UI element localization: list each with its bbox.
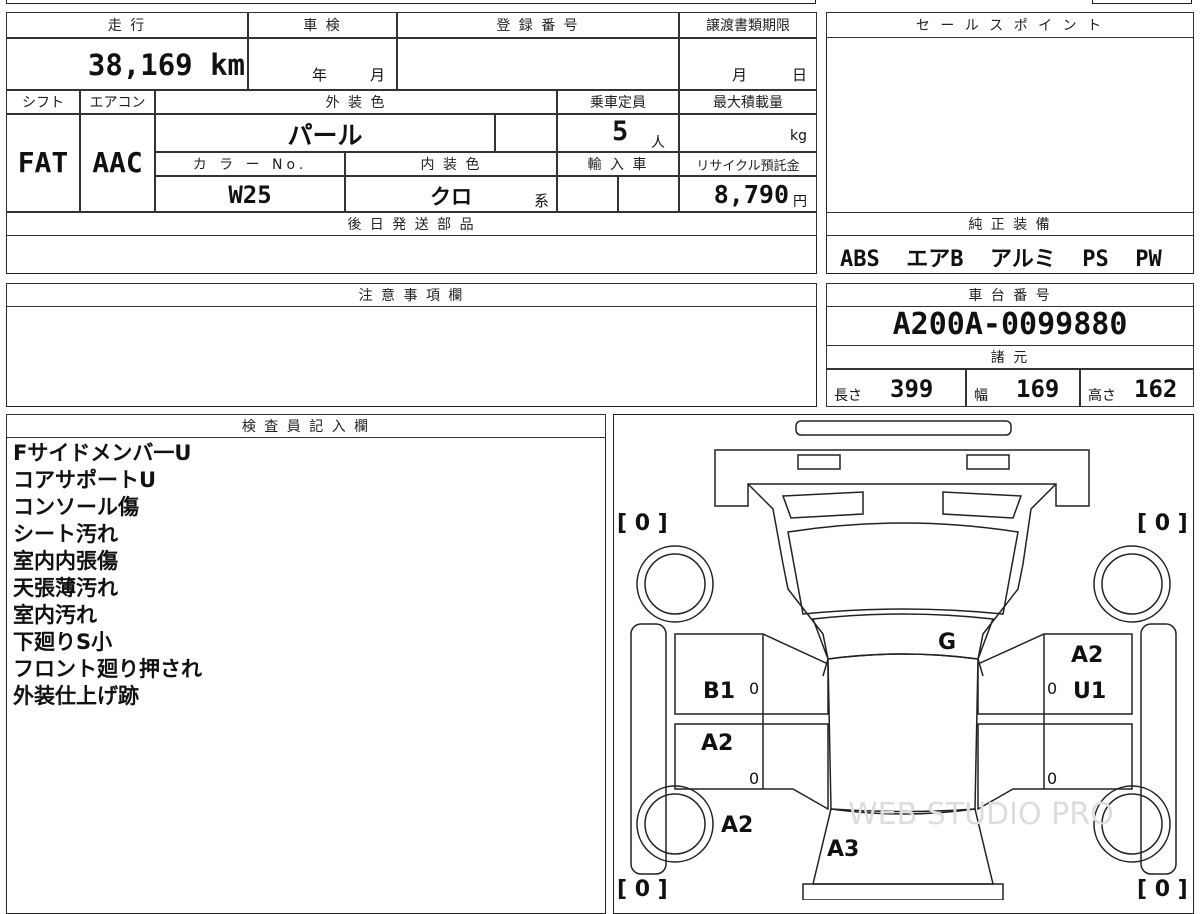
inspector-note: コアサポートU <box>13 468 157 492</box>
inspector-note: 室内内張傷 <box>13 549 118 573</box>
width-value: 169 <box>1016 375 1060 403</box>
damage-mark-a3: A3 <box>827 837 859 862</box>
capacity-header: 乗車定員 <box>557 90 679 114</box>
recycle-deposit-header: リサイクル預託金 <box>679 152 817 176</box>
transfer-deadline-header: 譲渡書類期限 <box>679 12 817 38</box>
chassis-number: A200A-0099880 <box>892 307 1128 342</box>
interior-color-header: 内 装 色 <box>345 152 557 176</box>
top-strip-right <box>1092 0 1192 4</box>
tire-rear-left: [ 0 ] <box>617 877 668 900</box>
recycle-deposit-unit: 円 <box>793 194 807 210</box>
inspector-note: 室内汚れ <box>13 603 97 627</box>
caution-header: 注 意 事 項 欄 <box>6 283 817 307</box>
color-no-header: カ ラ ー No. <box>155 152 345 176</box>
shift-header: シフト <box>6 90 80 114</box>
equipment-value: ABS エアB アルミ PS PW <box>840 247 1162 272</box>
damage-mark-a2-left-door: A2 <box>701 731 733 756</box>
exterior-color-extra-cell <box>495 114 557 152</box>
later-parts-header: 後 日 発 送 部 品 <box>6 212 817 236</box>
width-label: 幅 <box>974 388 988 404</box>
shaken-month: 月 <box>370 66 386 84</box>
inspector-note: シート汚れ <box>13 522 118 546</box>
aircon-header: エアコン <box>80 90 155 114</box>
shaken-header: 車 検 <box>248 12 397 38</box>
transfer-day: 日 <box>792 66 808 84</box>
sales-point-header: セ ー ル ス ポ イ ン ト <box>826 12 1194 38</box>
zero-mark: 0 <box>1047 679 1057 698</box>
color-no-value: W25 <box>228 181 272 209</box>
tire-rear-right: [ 0 ] <box>1137 877 1188 900</box>
height-label: 高さ <box>1088 388 1116 404</box>
import-header: 輸 入 車 <box>557 152 679 176</box>
registration-value-cell <box>397 38 679 90</box>
shift-value: FAT <box>17 146 69 179</box>
tire-front-left: [ 0 ] <box>617 511 668 536</box>
inspector-header: 検 査 員 記 入 欄 <box>6 414 606 438</box>
inspector-note: 下廻りS小 <box>13 630 113 654</box>
inspector-note: 天張薄汚れ <box>13 576 118 600</box>
zero-mark: 0 <box>749 679 759 698</box>
length-label: 長さ <box>834 388 862 404</box>
shaken-year: 年 <box>312 66 328 84</box>
mileage-header: 走 行 <box>6 12 248 38</box>
inspector-note: 外装仕上げ跡 <box>13 684 139 708</box>
capacity-unit: 人 <box>651 135 665 151</box>
height-value: 162 <box>1134 375 1178 403</box>
aircon-value: AAC <box>92 146 143 179</box>
length-value: 399 <box>890 375 934 403</box>
interior-color-suffix: 系 <box>534 192 550 210</box>
inspector-notes: Fサイドメンバ一U コアサポートU コンソール傷 シート汚れ 室内内張傷 天張薄… <box>13 440 202 710</box>
transfer-month: 月 <box>732 66 748 84</box>
equipment-header: 純 正 装 備 <box>826 212 1194 236</box>
specs-header: 諸 元 <box>826 345 1194 369</box>
exterior-color-value: パール <box>287 121 363 150</box>
tire-front-right: [ 0 ] <box>1137 511 1188 536</box>
watermark: WEB STUDIO PRO <box>848 797 1114 832</box>
zero-mark: 0 <box>749 769 759 788</box>
registration-header: 登 録 番 号 <box>397 12 679 38</box>
max-load-header: 最大積載量 <box>679 90 817 114</box>
damage-mark-b1: B1 <box>703 679 735 704</box>
mileage-value: 38,169 km <box>87 48 245 82</box>
zero-mark: 0 <box>1047 769 1057 788</box>
inspector-note: フロント廻り押され <box>13 657 202 681</box>
damage-mark-g: G <box>938 630 956 655</box>
damage-mark-u1: U1 <box>1073 679 1106 704</box>
inspector-note: Fサイドメンバ一U <box>13 441 192 465</box>
import-cell-a <box>557 176 618 212</box>
damage-mark-a2-right: A2 <box>1071 643 1103 668</box>
capacity-value: 5 <box>612 116 629 147</box>
interior-color-value: クロ <box>430 185 472 209</box>
recycle-deposit-value: 8,790 <box>713 180 789 209</box>
inspector-note: コンソール傷 <box>13 495 139 519</box>
max-load-unit: kg <box>790 128 807 144</box>
import-cell-b <box>618 176 679 212</box>
car-diagram: [ 0 ] [ 0 ] [ 0 ] [ 0 ] G B1 A2 U1 A2 A2… <box>617 420 1188 900</box>
damage-mark-a2-left-wheel: A2 <box>721 813 753 838</box>
chassis-header: 車 台 番 号 <box>826 283 1194 307</box>
exterior-color-header: 外 装 色 <box>155 90 557 114</box>
top-strip <box>6 0 816 4</box>
